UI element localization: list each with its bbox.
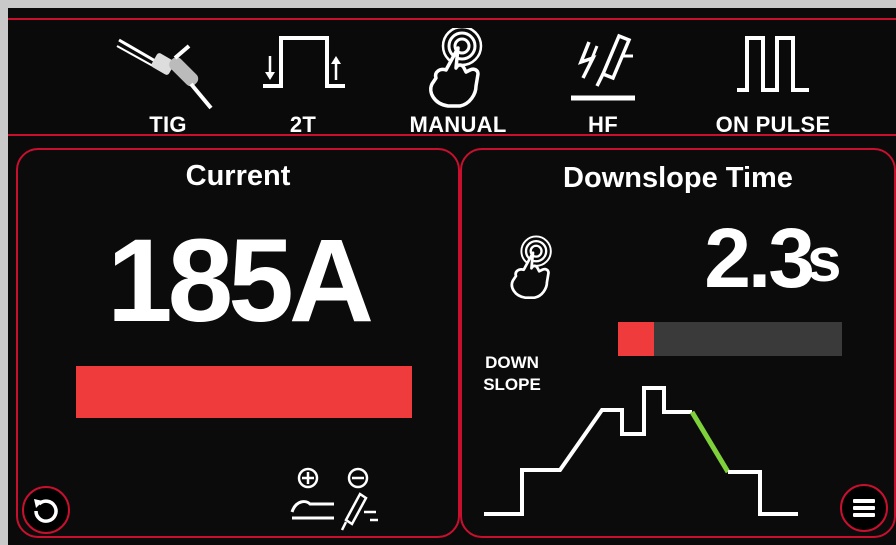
downslope-title: Downslope Time (563, 162, 793, 194)
mode-2t[interactable]: 2T (248, 16, 358, 141)
downslope-time-unit: s (807, 226, 842, 295)
current-value: 185A (106, 215, 374, 347)
touch-hand-icon (429, 28, 483, 108)
downslope-time-fill (618, 322, 654, 356)
pulse-wave-icon (737, 36, 809, 92)
tig-torch-icon (116, 38, 213, 110)
downslope-time-number: 2.3 (704, 211, 815, 305)
reset-icon (34, 499, 58, 523)
downslope-time-track[interactable] (618, 322, 842, 356)
current-panel[interactable]: Current 185A (16, 148, 460, 538)
menu-icon (853, 499, 875, 517)
mode-hf[interactable]: HF (553, 16, 653, 141)
mode-manual[interactable]: MANUAL (398, 16, 518, 141)
current-title: Current (185, 160, 291, 192)
reset-button[interactable] (22, 486, 70, 534)
mode-label-on-pulse: ON PULSE (715, 112, 831, 137)
downslope-panel[interactable]: Downslope Time 2.3 s DOWN SLOPE (460, 148, 896, 538)
polarity-dcen-icon (290, 467, 378, 531)
mode-label-manual: MANUAL (409, 112, 507, 137)
downslope-label-line1: DOWN (485, 353, 539, 372)
weld-sequence-graph-icon (484, 386, 798, 516)
touch-hand-icon (510, 235, 552, 300)
mode-label-tig: TIG (149, 112, 187, 137)
current-level-bar (76, 366, 412, 418)
mode-label-2t: 2T (289, 112, 317, 137)
high-frequency-icon (571, 33, 635, 101)
two-step-trigger-icon (263, 36, 345, 88)
mode-label-hf: HF (588, 112, 618, 137)
welder-screen: TIG 2T MANUAL HF ON PULSE Current 185A D… (8, 8, 896, 545)
menu-button[interactable] (840, 484, 888, 532)
mode-on-pulse[interactable]: ON PULSE (703, 16, 843, 141)
downslope-time-value: 2.3 (642, 216, 815, 300)
mode-tig[interactable]: TIG (103, 16, 233, 141)
